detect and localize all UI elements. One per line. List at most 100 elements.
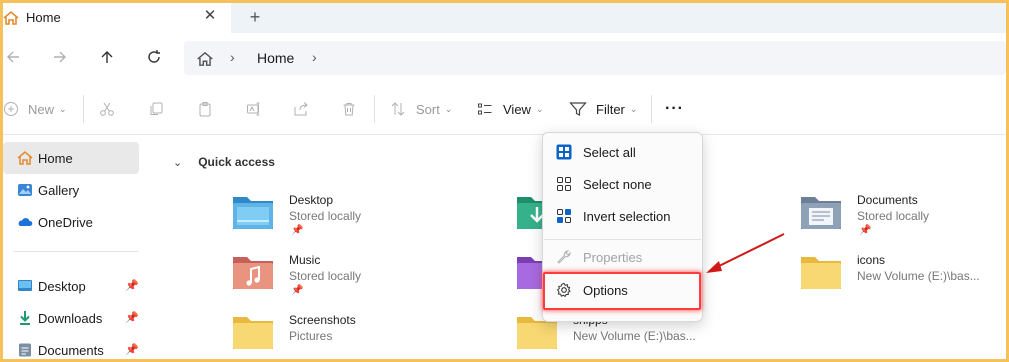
folder-tile-documents[interactable]: Documents Stored locally 📌 (799, 193, 1006, 245)
sidebar-item-desktop[interactable]: Desktop 📌 (3, 270, 139, 302)
select-none-icon (557, 177, 571, 191)
breadcrumb-home[interactable]: Home (257, 50, 294, 66)
download-icon (20, 311, 30, 325)
pin-icon: 📌 (291, 225, 304, 236)
pin-icon[interactable]: 📌 (125, 279, 139, 292)
paste-icon (199, 102, 211, 117)
pin-icon: 📌 (859, 225, 872, 236)
documents-folder-icon (801, 197, 841, 229)
rename-button[interactable] (246, 97, 262, 121)
folder-tile-music[interactable]: Music Stored locally 📌 (231, 253, 501, 305)
folder-tile-icons[interactable]: icons New Volume (E:)\bas... (799, 253, 1006, 305)
tile-location: Pictures (289, 329, 333, 343)
folder-icon (801, 257, 841, 289)
tile-location: New Volume (E:)\bas... (573, 329, 696, 343)
desktop-icon (18, 280, 32, 291)
sidebar-item-gallery[interactable]: Gallery (3, 174, 139, 206)
tab-strip: Home ✕ + (3, 3, 1006, 33)
sort-label: Sort (416, 101, 440, 117)
up-arrow-icon (101, 51, 113, 63)
breadcrumb-separator[interactable]: › (230, 49, 235, 65)
new-button[interactable]: New ⌄ (3, 97, 67, 121)
chevron-down-icon: ⌄ (444, 103, 453, 114)
tile-location: Stored locally (857, 209, 930, 223)
menu-item-label: Properties (583, 250, 643, 265)
sort-icon (391, 102, 405, 116)
back-button[interactable] (3, 45, 25, 69)
file-explorer-window: Home ✕ + › Home › New ⌄ Sort ⌄ View ⌄ Fi… (3, 3, 1006, 359)
home-icon (3, 10, 19, 25)
sort-button[interactable]: Sort ⌄ (390, 97, 452, 121)
pin-icon[interactable]: 📌 (125, 343, 139, 356)
sidebar-item-label: Documents (38, 343, 104, 358)
share-button[interactable] (293, 97, 309, 121)
cloud-icon (18, 218, 33, 226)
document-icon (19, 343, 31, 357)
navigation-pane: Home Gallery OneDrive Desktop 📌 Download… (3, 136, 143, 359)
new-tab-button[interactable]: + (245, 7, 265, 27)
menu-divider (544, 239, 701, 240)
refresh-button[interactable] (142, 45, 166, 69)
address-bar[interactable]: › Home › (184, 41, 1006, 75)
close-tab-icon[interactable]: ✕ (202, 7, 218, 25)
gallery-icon (18, 184, 32, 196)
see-more-button[interactable]: ··· (665, 97, 684, 121)
tile-name: Documents (857, 193, 918, 207)
share-icon (294, 102, 308, 116)
sidebar-item-label: Downloads (38, 311, 103, 326)
delete-button[interactable] (341, 97, 357, 121)
sidebar-item-downloads[interactable]: Downloads 📌 (3, 302, 139, 334)
folder-icon (233, 317, 273, 349)
sidebar-item-label: Gallery (38, 183, 80, 198)
tile-name: Desktop (289, 193, 334, 207)
chevron-down-icon[interactable]: ⌄ (173, 156, 182, 169)
quick-access-header[interactable]: ⌄ Quick access (173, 155, 275, 169)
menu-item-label: Select none (583, 177, 652, 192)
sidebar-item-onedrive[interactable]: OneDrive (3, 206, 139, 238)
divider (651, 95, 652, 123)
annotation-arrow (706, 233, 785, 273)
paste-button[interactable] (197, 97, 213, 121)
folder-tile-desktop[interactable]: Desktop Stored locally 📌 (231, 193, 501, 245)
folder-tile-videos[interactable] (515, 253, 557, 305)
up-button[interactable] (95, 45, 119, 69)
copy-icon (150, 102, 163, 115)
section-title: Quick access (198, 155, 275, 169)
folder-tile-downloads[interactable] (515, 193, 557, 245)
wrench-icon (557, 250, 571, 264)
tile-location: New Volume (E:)\bas... (857, 269, 980, 283)
folder-tile-screenshots[interactable]: Screenshots Pictures (231, 313, 501, 359)
back-arrow-icon (7, 51, 19, 63)
view-icon (478, 103, 492, 115)
forward-button[interactable] (48, 45, 72, 69)
tile-location: Stored locally (289, 269, 362, 283)
address-home-icon[interactable] (196, 50, 214, 68)
command-bar: New ⌄ Sort ⌄ View ⌄ Filter ⌄ ··· (3, 83, 1006, 135)
sidebar-item-label: OneDrive (38, 215, 93, 230)
menu-item-select-none[interactable]: Select none (543, 169, 702, 199)
menu-item-select-all[interactable]: Select all (543, 137, 702, 167)
pin-icon[interactable]: 📌 (125, 311, 139, 324)
filter-button[interactable]: Filter ⌄ (569, 97, 637, 121)
filter-label: Filter (596, 101, 625, 117)
copy-button[interactable] (148, 97, 164, 121)
chevron-down-icon: ⌄ (535, 103, 544, 114)
cut-button[interactable] (99, 97, 115, 121)
menu-item-invert-selection[interactable]: Invert selection (543, 201, 702, 231)
menu-item-properties: Properties (543, 242, 702, 272)
navigation-bar: › Home › (3, 33, 1006, 81)
divider (83, 95, 84, 123)
tab-home[interactable]: Home ✕ (3, 3, 231, 33)
view-label: View (503, 101, 531, 117)
sidebar-item-label: Home (38, 151, 73, 166)
chevron-down-icon: ⌄ (59, 103, 67, 114)
home-icon (17, 151, 33, 165)
menu-item-label: Select all (583, 145, 636, 160)
view-button[interactable]: View ⌄ (477, 97, 544, 121)
sidebar-item-home[interactable]: Home (3, 142, 139, 174)
tile-name: Music (289, 253, 321, 267)
chevron-down-icon: ⌄ (629, 103, 638, 114)
sidebar-item-documents[interactable]: Documents 📌 (3, 334, 139, 359)
breadcrumb-separator[interactable]: › (312, 49, 317, 65)
tile-name: Screenshots (289, 313, 356, 327)
